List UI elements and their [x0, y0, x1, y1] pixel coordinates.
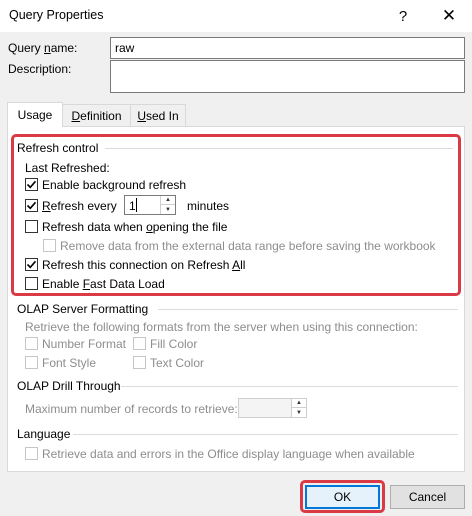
minutes-label: minutes [187, 199, 230, 213]
refresh-minutes-stepper[interactable]: 1 ▲ ▼ [124, 195, 176, 215]
text-color-checkbox[interactable] [133, 356, 146, 369]
olap-drill-title: OLAP Drill Through [17, 379, 121, 393]
help-icon: ? [398, 7, 408, 25]
font-style-checkbox[interactable] [25, 356, 38, 369]
spin-up-icon[interactable]: ▲ [161, 196, 175, 205]
query-name-input[interactable]: raw [110, 37, 465, 59]
spin-down-icon[interactable]: ▼ [161, 205, 175, 214]
enable-fast-data-load-label: Enable Fast Data Load [42, 277, 165, 291]
ok-button[interactable]: OK [305, 485, 380, 509]
spin-up-icon[interactable]: ▲ [292, 399, 306, 408]
remove-data-label: Remove data from the external data range… [60, 239, 436, 253]
refresh-control-title: Refresh control [17, 141, 99, 155]
refresh-on-open-label: Refresh data when opening the file [42, 220, 228, 234]
tab-definition[interactable]: Definition [62, 104, 131, 127]
enable-background-refresh-label: Enable background refresh [42, 178, 187, 192]
refresh-on-refresh-all-label: Refresh this connection on Refresh All [42, 258, 246, 272]
cancel-button[interactable]: Cancel [390, 485, 465, 509]
close-icon: ✕ [441, 6, 457, 25]
font-style-label: Font Style [42, 356, 97, 370]
window-title: Query Properties [9, 8, 104, 22]
retrieve-language-label: Retrieve data and errors in the Office d… [42, 447, 415, 461]
enable-background-refresh-checkbox[interactable] [25, 178, 38, 191]
max-records-stepper[interactable]: ▲ ▼ [238, 398, 307, 418]
description-label: Description: [8, 62, 72, 76]
query-name-value: raw [115, 41, 135, 55]
group-divider [158, 309, 458, 310]
last-refreshed-label: Last Refreshed: [25, 161, 110, 175]
enable-fast-data-load-checkbox[interactable] [25, 277, 38, 290]
olap-formatting-title: OLAP Server Formatting [17, 302, 149, 316]
close-button[interactable]: ✕ [426, 0, 472, 32]
tab-used-in[interactable]: Used In [130, 104, 186, 127]
tab-usage[interactable]: Usage [7, 102, 63, 127]
text-cursor [136, 198, 137, 212]
checkmark-icon [26, 260, 37, 269]
fill-color-checkbox[interactable] [133, 337, 146, 350]
group-divider [73, 434, 458, 435]
refresh-every-checkbox[interactable] [25, 199, 38, 212]
text-color-label: Text Color [150, 356, 205, 370]
checkmark-icon [26, 201, 37, 210]
fill-color-label: Fill Color [150, 337, 198, 351]
remove-data-checkbox[interactable] [43, 239, 56, 252]
olap-formatting-description: Retrieve the following formats from the … [25, 320, 418, 334]
query-name-label: Query name: [8, 41, 78, 55]
number-format-label: Number Format [42, 337, 127, 351]
description-input[interactable] [110, 60, 465, 93]
refresh-on-open-checkbox[interactable] [25, 220, 38, 233]
refresh-every-label: Refresh every [42, 199, 117, 213]
checkmark-icon [26, 180, 37, 189]
retrieve-language-checkbox[interactable] [25, 447, 38, 460]
group-divider [121, 386, 458, 387]
language-title: Language [17, 427, 71, 441]
refresh-minutes-value: 1 [129, 199, 136, 213]
max-records-label: Maximum number of records to retrieve: [25, 402, 238, 416]
group-divider [105, 148, 453, 149]
number-format-checkbox[interactable] [25, 337, 38, 350]
help-button[interactable]: ? [380, 0, 426, 32]
refresh-on-refresh-all-checkbox[interactable] [25, 258, 38, 271]
spin-down-icon[interactable]: ▼ [292, 408, 306, 417]
